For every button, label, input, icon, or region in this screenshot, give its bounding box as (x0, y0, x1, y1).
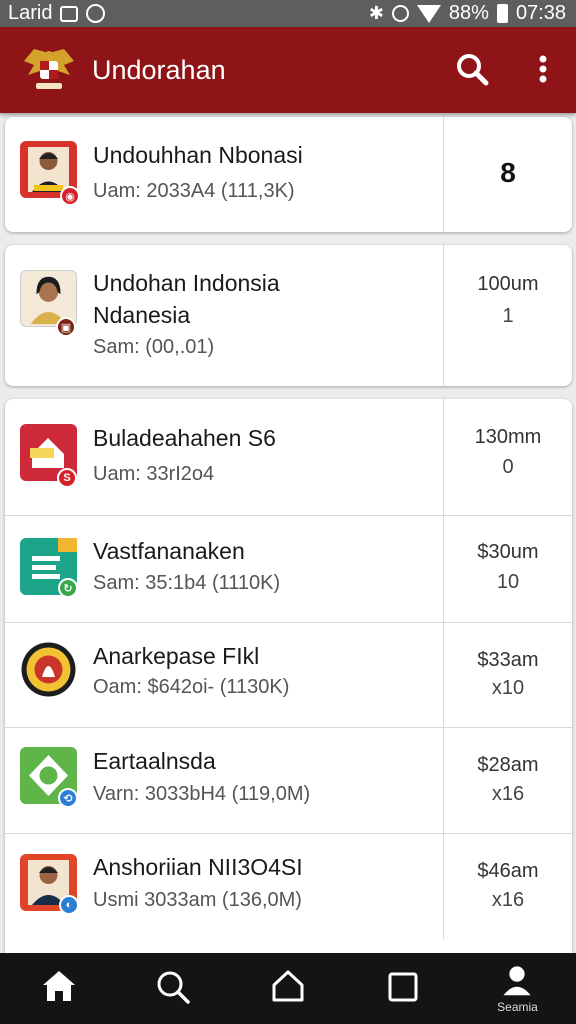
item-subtitle: Uam: 2033A4 (111,3K) (93, 180, 295, 202)
item-subtitle: Usmi 3033am (136,0M) (93, 889, 302, 911)
download-card[interactable]: ▣ Undohan Indonsia Ndanesia Sam: (00,.01… (5, 245, 572, 386)
item-count: 0 (502, 456, 514, 478)
nav-home[interactable] (0, 953, 115, 1024)
home-icon (43, 971, 75, 1001)
item-count: x16 (491, 889, 525, 911)
item-subtitle: Sam: (00,.01) (93, 336, 215, 358)
list-item[interactable]: ⟲ Eartaalnsda Varn: 3033bH4 (119,0M) $28… (5, 728, 572, 834)
item-count: x16 (491, 783, 525, 805)
app-badge-icon: ⟲ (58, 788, 78, 808)
list-item[interactable]: Anarkepase FIkl Oam: $642oi- (1130K) $33… (5, 623, 572, 728)
app-badge-icon: ▣ (56, 317, 76, 337)
list-item[interactable]: ◐ Anshoriian NII3O4SI Usmi 3033am (136,0… (5, 834, 572, 939)
item-title: Anarkepase FIkl (93, 643, 260, 669)
nav-profile-label: Seamia (497, 1000, 538, 1014)
item-count: x10 (491, 677, 525, 699)
item-subtitle: Sam: 35:1b4 (1110K) (93, 572, 281, 594)
nav-back-home[interactable] (230, 953, 345, 1024)
search-icon (157, 971, 190, 1004)
notification-icon (86, 4, 106, 23)
bottom-navigation: Seamia (0, 953, 576, 1024)
download-list-card: S Buladeahahen S6 Uam: 33rI2o4 130mm 0 ↻… (5, 399, 572, 959)
item-meta: 130mm (474, 426, 542, 448)
nav-recents[interactable] (345, 953, 460, 1024)
download-card[interactable]: ◉ Undouhhan Nbonasi Uam: 2033A4 (111,3K)… (5, 117, 572, 232)
garuda-emblem-icon (24, 49, 74, 89)
column-divider (443, 516, 444, 622)
column-divider (443, 834, 444, 939)
app-title: Undorahan (92, 55, 226, 85)
item-count: 10 (496, 571, 520, 593)
seal-logo-icon (21, 642, 76, 697)
list-item[interactable]: S Buladeahahen S6 Uam: 33rI2o4 130mm 0 (5, 399, 572, 516)
app-badge-icon: S (57, 468, 77, 488)
item-title: Eartaalnsda (93, 748, 216, 774)
search-icon[interactable] (452, 49, 492, 89)
clock: 07:38 (515, 2, 566, 24)
image-notification-icon (60, 5, 79, 22)
item-meta: $33am (477, 649, 539, 671)
carrier-label: Larid (8, 2, 53, 24)
more-options-icon[interactable] (528, 49, 558, 89)
item-meta: $46am (477, 860, 539, 882)
list-item[interactable]: ↻ Vastfananaken Sam: 35:1b4 (1110K) $30u… (5, 516, 572, 623)
status-left: Larid (8, 2, 106, 25)
home-outline-icon (272, 970, 304, 1002)
item-subtitle: Uam: 33rI2o4 (93, 463, 215, 485)
list-item[interactable]: ◉ Undouhhan Nbonasi Uam: 2033A4 (111,3K)… (5, 117, 572, 232)
column-divider (443, 623, 444, 727)
item-subtitle: Oam: $642oi- (1130K) (93, 676, 290, 698)
app-bar: Undorahan (0, 27, 576, 113)
item-count: 1 (502, 305, 514, 327)
item-title: Anshoriian NII3O4SI (93, 854, 303, 880)
item-title: Undouhhan Nbonasi (93, 142, 303, 168)
nav-profile[interactable]: Seamia (460, 953, 575, 1024)
square-icon (388, 972, 418, 1002)
wifi-icon (416, 4, 441, 23)
item-title: Buladeahahen S6 (93, 425, 276, 451)
column-divider (443, 728, 444, 833)
battery-percent: 88% (448, 2, 489, 24)
item-meta: 100um (477, 273, 539, 295)
person-icon (503, 966, 531, 996)
nav-search[interactable] (115, 953, 230, 1024)
item-meta: $30um (477, 541, 539, 563)
item-subtitle: Varn: 3033bH4 (119,0M) (93, 783, 311, 805)
item-meta: 8 (500, 157, 516, 188)
status-bar: Larid ✱ 88% 07:38 (0, 0, 576, 27)
battery-icon (496, 4, 508, 23)
status-right: ✱ 88% 07:38 (369, 2, 566, 25)
app-badge-icon: ◐ (59, 895, 79, 915)
item-title: Vastfananaken (93, 538, 245, 564)
sync-icon (391, 5, 409, 22)
item-meta: $28am (477, 754, 539, 776)
item-title-line2: Ndanesia (93, 302, 191, 328)
bluetooth-icon: ✱ (368, 3, 384, 23)
app-badge-icon: ↻ (58, 578, 78, 598)
app-badge-icon: ◉ (60, 186, 80, 206)
item-title: Undohan Indonsia (93, 270, 280, 296)
list-item[interactable]: ▣ Undohan Indonsia Ndanesia Sam: (00,.01… (5, 245, 572, 386)
